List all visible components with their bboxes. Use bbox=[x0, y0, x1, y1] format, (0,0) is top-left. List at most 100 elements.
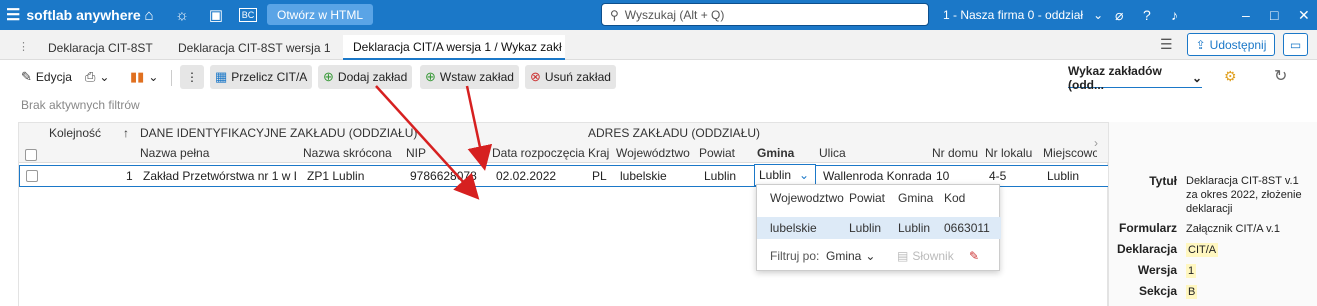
search-input[interactable]: ⚲ Wyszukaj (Alt + Q) bbox=[601, 3, 929, 26]
value-sekcja: B bbox=[1186, 285, 1198, 299]
popup-header-gmina: Gmina bbox=[898, 191, 934, 205]
table-group-header: Kolejność ↑ DANE IDENTYFIKACYJNE ZAKŁADU… bbox=[19, 123, 1109, 143]
chevron-down-icon: ⌄ bbox=[1093, 8, 1104, 22]
maximize-icon[interactable]: □ bbox=[1270, 0, 1278, 30]
popup-header-wojewodztwo: Wojewodztwo bbox=[770, 191, 844, 205]
grid-view-icon[interactable]: ☰ bbox=[1160, 36, 1173, 53]
header-group-adres: ADRES ZAKŁADU (ODDZIAŁU) bbox=[588, 126, 761, 140]
delete-button[interactable]: ⊗ Usuń zakład bbox=[525, 65, 616, 89]
chart-button[interactable]: ▮▮ ⌄ bbox=[125, 65, 163, 89]
header-powiat[interactable]: Powiat bbox=[699, 143, 754, 163]
bell-icon[interactable]: ♪ bbox=[1171, 0, 1178, 30]
cell-powiat[interactable]: Lublin bbox=[704, 166, 754, 186]
header-nip[interactable]: NIP bbox=[406, 143, 486, 163]
header-wojewodztwo[interactable]: Województwo bbox=[616, 143, 696, 163]
delete-doc-icon: ⊗ bbox=[530, 69, 541, 84]
header-gmina[interactable]: Gmina bbox=[757, 143, 817, 163]
header-kolejnosc[interactable]: Kolejność bbox=[49, 123, 101, 143]
home-icon[interactable]: ⌂ bbox=[137, 0, 161, 30]
recalc-button[interactable]: ▦ Przelicz CIT/A bbox=[210, 65, 313, 89]
cell-ulica[interactable]: Wallenroda Konrada bbox=[823, 166, 931, 186]
value-wersja: 1 bbox=[1186, 264, 1197, 278]
share-icon: ⇪ bbox=[1195, 37, 1206, 52]
popup-header-powiat: Powiat bbox=[849, 191, 886, 205]
header-group-dane: DANE IDENTYFIKACYJNE ZAKŁADU (ODDZIAŁU) bbox=[140, 126, 418, 140]
select-all-checkbox[interactable] bbox=[25, 149, 37, 161]
cell-data[interactable]: 02.02.2022 bbox=[496, 166, 584, 186]
header-nr-lokalu[interactable]: Nr lokalu bbox=[985, 143, 1037, 163]
calculator-icon: ▦ bbox=[215, 69, 228, 84]
cell-nip[interactable]: 9786628078 bbox=[410, 166, 488, 186]
gmina-dropdown: Wojewodztwo Powiat Gmina Kod lubelskie L… bbox=[756, 184, 1001, 271]
company-selector[interactable]: 1 - Nasza firma 0 - oddział ⌄ bbox=[943, 0, 1103, 30]
filter-settings-icon[interactable]: ⚙ bbox=[1224, 68, 1237, 85]
cell-nazwa-skrocona[interactable]: ZP1 Lublin bbox=[307, 166, 402, 186]
brand-name: softlab anywhere bbox=[26, 7, 141, 23]
header-nr-domu[interactable]: Nr domu bbox=[932, 143, 984, 163]
header-kraj[interactable]: Kraj bbox=[588, 143, 616, 163]
more-vertical-icon: ⋮ bbox=[186, 70, 198, 84]
row-checkbox[interactable] bbox=[26, 170, 38, 182]
share-button[interactable]: ⇪ Udostępnij bbox=[1187, 33, 1275, 56]
cell-kraj[interactable]: PL bbox=[592, 166, 616, 186]
chevron-down-icon: ⌄ bbox=[148, 70, 159, 84]
hamburger-menu-icon[interactable]: ☰ bbox=[6, 5, 20, 25]
minimize-icon[interactable]: – bbox=[1242, 0, 1250, 30]
print-button[interactable]: ⎙ ⌄ bbox=[80, 65, 114, 89]
printer-icon: ⎙ bbox=[85, 69, 96, 84]
cell-nazwa-pelna[interactable]: Zakład Przetwórstwa nr 1 w Lu bbox=[143, 166, 296, 186]
edit-button[interactable]: ✎ Edycja bbox=[16, 65, 77, 89]
chevron-down-icon: ⌄ bbox=[865, 249, 876, 263]
help-icon[interactable]: ? bbox=[1143, 0, 1151, 30]
cell-kolejnosc: 1 bbox=[126, 169, 133, 183]
value-formularz: Załącznik CIT/A v.1 bbox=[1186, 223, 1280, 235]
tabs-bar: ⋮ Deklaracja CIT-8ST Deklaracja CIT-8ST … bbox=[0, 30, 1317, 60]
close-icon[interactable]: ✕ bbox=[1298, 0, 1310, 30]
more-button[interactable]: ⋮ bbox=[180, 65, 204, 89]
bc-icon[interactable]: BC bbox=[236, 0, 260, 30]
header-ulica[interactable]: Ulica bbox=[819, 143, 929, 163]
label-tytul: Tytuł bbox=[1149, 174, 1177, 188]
table-header: Nazwa pełna Nazwa skrócona NIP Data rozp… bbox=[19, 143, 1109, 163]
refresh-icon[interactable]: ↻ bbox=[1274, 66, 1287, 86]
insert-button[interactable]: ⊕ Wstaw zakład bbox=[420, 65, 519, 89]
sort-up-icon[interactable]: ↑ bbox=[123, 123, 129, 143]
label-deklaracja: Deklaracja bbox=[1116, 242, 1177, 256]
add-button[interactable]: ⊕ Dodaj zakład bbox=[318, 65, 413, 89]
header-nazwa-skrocona[interactable]: Nazwa skrócona bbox=[303, 143, 403, 163]
header-data[interactable]: Data rozpoczęcia bbox=[492, 143, 588, 163]
chevron-down-icon[interactable]: ⌄ bbox=[799, 168, 809, 182]
chat-icon[interactable]: ▭ bbox=[1283, 33, 1308, 56]
chevron-right-icon[interactable]: › bbox=[1094, 136, 1098, 150]
news-icon[interactable]: ▣ bbox=[204, 0, 228, 30]
popup-option-row[interactable]: lubelskie Lublin Lublin 0663011 bbox=[757, 217, 1001, 239]
title-bar: ☰ softlab anywhere ⌂ ☼ ▣ BC Otwórz w HTML… bbox=[0, 0, 1317, 30]
popup-dictionary-button[interactable]: ▤ Słownik bbox=[897, 249, 954, 263]
cell-wojewodztwo[interactable]: lubelskie bbox=[620, 166, 696, 186]
cell-nr-domu[interactable]: 10 bbox=[936, 166, 984, 186]
header-nazwa-pelna[interactable]: Nazwa pełna bbox=[140, 143, 300, 163]
eraser-icon[interactable]: ✎ bbox=[969, 249, 979, 263]
popup-filter-select[interactable]: Gmina ⌄ bbox=[826, 249, 875, 263]
label-sekcja: Sekcja bbox=[1138, 284, 1177, 298]
header-miejscowosc[interactable]: Miejscowość bbox=[1043, 143, 1097, 163]
details-panel: Tytuł Deklaracja CIT-8ST v.1 za okres 20… bbox=[1108, 122, 1317, 306]
sun-icon[interactable]: ☼ bbox=[170, 0, 194, 30]
view-select[interactable]: Wykaz zakładów (odd... ⌄ bbox=[1068, 64, 1202, 92]
tab-cita-wykaz[interactable]: Deklaracja CIT/A wersja 1 / Wykaz zakł bbox=[343, 35, 565, 60]
chevron-down-icon: ⌄ bbox=[99, 70, 110, 84]
more-tabs-icon[interactable]: ⋮ bbox=[18, 40, 29, 53]
search-icon: ⚲ bbox=[610, 7, 619, 22]
brand[interactable]: ☰ softlab anywhere bbox=[6, 0, 141, 30]
tab-cit8st-v1[interactable]: Deklaracja CIT-8ST wersja 1 bbox=[168, 35, 341, 60]
mic-off-icon[interactable]: ⌀ bbox=[1115, 0, 1123, 30]
label-formularz: Formularz bbox=[1118, 221, 1177, 235]
divider bbox=[171, 70, 172, 86]
tab-cit8st[interactable]: Deklaracja CIT-8ST bbox=[38, 35, 163, 60]
cell-miejscowosc[interactable]: Lublin bbox=[1047, 166, 1103, 186]
cell-nr-lokalu[interactable]: 4-5 bbox=[989, 166, 1037, 186]
dictionary-icon: ▤ bbox=[897, 249, 909, 263]
gmina-input[interactable]: Lublin ⌄ bbox=[754, 164, 816, 186]
open-html-button[interactable]: Otwórz w HTML bbox=[267, 4, 373, 25]
insert-doc-icon: ⊕ bbox=[425, 69, 436, 84]
